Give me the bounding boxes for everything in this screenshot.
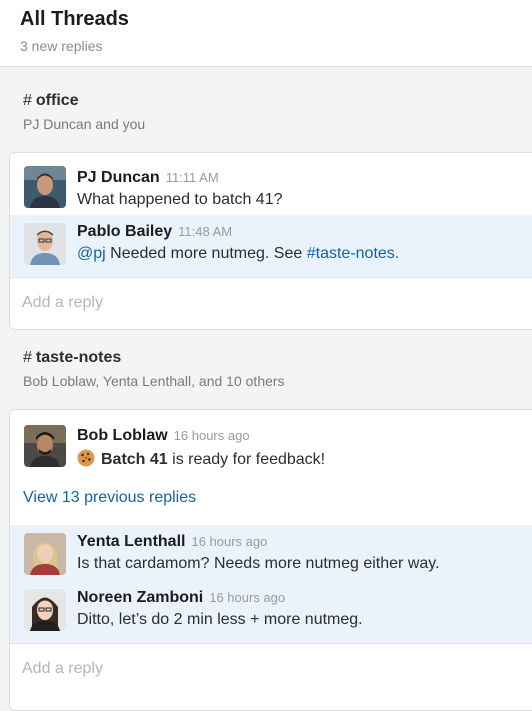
thread-header-office: # office PJ Duncan and you xyxy=(23,92,145,132)
pablo-bailey-avatar[interactable] xyxy=(24,223,66,265)
message: PJ Duncan 11:11 AM What happened to batch… xyxy=(10,153,532,215)
author-name[interactable]: Noreen Zamboni xyxy=(77,589,203,606)
message: Pablo Bailey 11:48 AM @pj Needed more nut… xyxy=(10,215,532,277)
noreen-zamboni-avatar[interactable] xyxy=(24,589,66,631)
view-previous-replies-link[interactable]: View 13 previous replies xyxy=(23,489,196,507)
timestamp[interactable]: 11:48 AM xyxy=(178,224,232,239)
new-replies-count: 3 new replies xyxy=(20,38,103,54)
thread-header-taste-notes: # taste-notes Bob Loblaw, Yenta Lenthall,… xyxy=(23,349,285,389)
bob-loblaw-avatar[interactable] xyxy=(24,425,66,467)
user-mention[interactable]: @pj xyxy=(77,245,106,262)
reply-placeholder: Add a reply xyxy=(22,660,103,677)
timestamp[interactable]: 16 hours ago xyxy=(209,590,285,605)
yenta-lenthall-avatar[interactable] xyxy=(24,533,66,575)
author-name[interactable]: Bob Loblaw xyxy=(77,427,168,444)
author-name[interactable]: PJ Duncan xyxy=(77,169,160,186)
timestamp[interactable]: 11:11 AM xyxy=(166,170,219,185)
batch-name: Batch 41 xyxy=(101,451,168,468)
reply-placeholder: Add a reply xyxy=(22,294,103,311)
message-text: @pj Needed more nutmeg. See #taste-notes… xyxy=(77,245,400,262)
message-text: Batch 41 is ready for feedback! xyxy=(77,449,325,469)
page-title: All Threads xyxy=(20,8,129,30)
reply-input[interactable]: Add a reply xyxy=(10,277,532,329)
thread-card-office: PJ Duncan 11:11 AM What happened to batch… xyxy=(9,152,532,330)
message-text: What happened to batch 41? xyxy=(77,191,283,208)
channel-members: PJ Duncan and you xyxy=(23,116,146,132)
channel-members: Bob Loblaw, Yenta Lenthall, and 10 other… xyxy=(23,373,285,389)
channel-name[interactable]: # office xyxy=(23,92,145,110)
message-text: Ditto, let’s do 2 min less + more nutmeg… xyxy=(77,611,363,628)
new-replies-group: Yenta Lenthall 16 hours ago Is that carda… xyxy=(10,525,532,643)
channel-link[interactable]: #taste-notes. xyxy=(307,245,400,262)
timestamp[interactable]: 16 hours ago xyxy=(191,534,267,549)
pj-duncan-avatar[interactable] xyxy=(24,166,66,208)
cookie-icon xyxy=(77,449,95,467)
author-name[interactable]: Pablo Bailey xyxy=(77,223,172,240)
reply-input[interactable]: Add a reply xyxy=(10,643,532,710)
timestamp[interactable]: 16 hours ago xyxy=(174,428,250,443)
channel-name[interactable]: # taste-notes xyxy=(23,349,285,367)
thread-card-taste-notes: Bob Loblaw 16 hours ago Batch 41 is ready… xyxy=(9,409,532,711)
threads-header: All Threads 3 new replies xyxy=(0,0,532,67)
message-text: Is that cardamom? Needs more nutmeg eith… xyxy=(77,555,440,572)
author-name[interactable]: Yenta Lenthall xyxy=(77,533,185,550)
message: Bob Loblaw 16 hours ago Batch 41 is ready… xyxy=(10,410,532,475)
